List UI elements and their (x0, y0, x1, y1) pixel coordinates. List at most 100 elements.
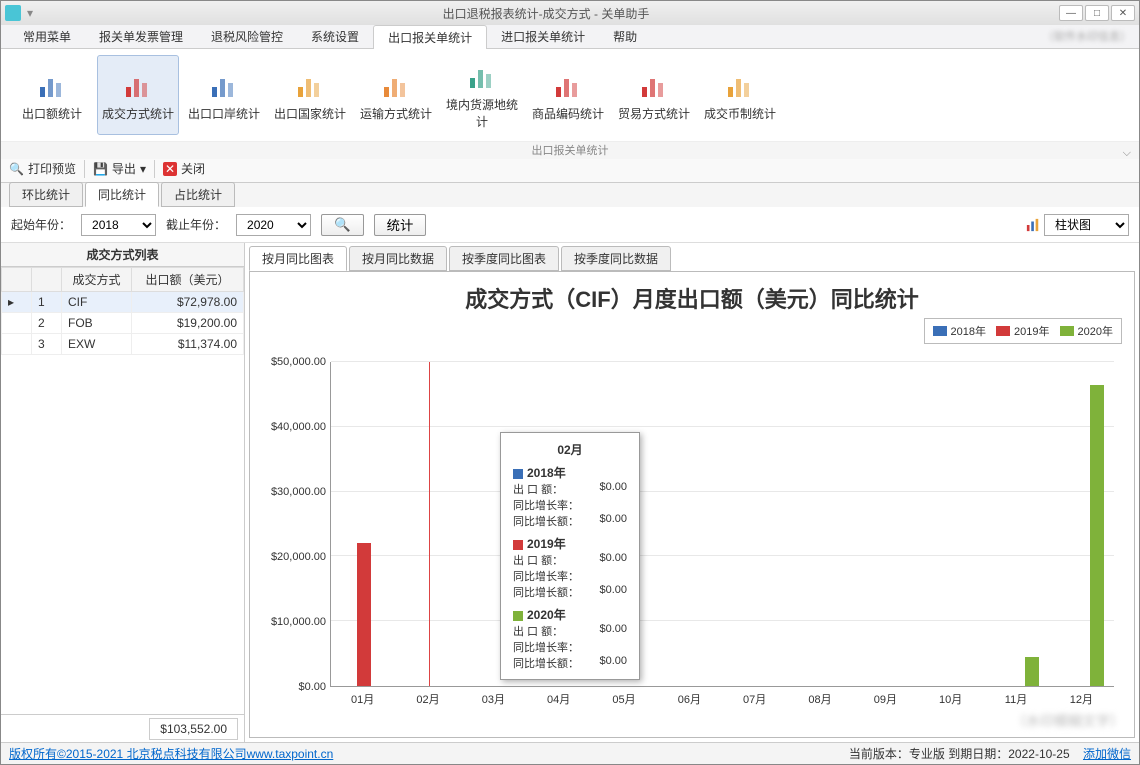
stat-tabs: 环比统计同比统计占比统计 (1, 183, 1139, 207)
x-tick: 02月 (416, 691, 439, 707)
x-tick: 03月 (482, 691, 505, 707)
ribbon-item-7[interactable]: 贸易方式统计 (613, 55, 695, 135)
chart-area: 按月同比图表按月同比数据按季度同比图表按季度同比数据 成交方式（CIF）月度出口… (245, 243, 1139, 742)
ribbon: 出口额统计成交方式统计出口口岸统计出口国家统计运输方式统计境内货源地统计商品编码… (1, 49, 1139, 155)
print-preview-button[interactable]: 🔍 打印预览 (9, 160, 76, 177)
ribbon-item-4[interactable]: 运输方式统计 (355, 55, 437, 135)
table-row[interactable]: ▸1CIF$72,978.00 (2, 292, 244, 313)
menu-item-5[interactable]: 进口报关单统计 (487, 25, 599, 48)
maximize-button[interactable]: □ (1085, 5, 1109, 21)
chart-type-select[interactable]: 柱状图 (1044, 214, 1129, 236)
titlebar: ▾ 出口退税报表统计-成交方式 - 关单助手 — □ ✕ (1, 1, 1139, 25)
table-row[interactable]: 2FOB$19,200.00 (2, 313, 244, 334)
col-type: 成交方式 (62, 268, 132, 292)
x-tick: 07月 (743, 691, 766, 707)
menu-item-3[interactable]: 系统设置 (297, 25, 373, 48)
y-tick: $40,000.00 (271, 421, 326, 433)
save-icon: 💾 (93, 162, 108, 176)
add-wechat-link[interactable]: 添加微信 (1083, 747, 1131, 761)
table-row[interactable]: 3EXW$11,374.00 (2, 334, 244, 355)
close-tool-button[interactable]: ✕ 关闭 (163, 160, 205, 177)
window-buttons: — □ ✕ (1059, 5, 1135, 21)
col-indicator (2, 268, 32, 292)
menu-item-4[interactable]: 出口报关单统计 (373, 25, 487, 49)
ribbon-item-2[interactable]: 出口口岸统计 (183, 55, 265, 135)
x-tick: 05月 (612, 691, 635, 707)
ribbon-item-8[interactable]: 成交币制统计 (699, 55, 781, 135)
close-button[interactable]: ✕ (1111, 5, 1135, 21)
version-info: 当前版本：专业版 到期日期：2022-10-25 (849, 747, 1070, 761)
menu-item-0[interactable]: 常用菜单 (9, 25, 85, 48)
ribbon-item-6[interactable]: 商品编码统计 (527, 55, 609, 135)
chart-tab-1[interactable]: 按月同比数据 (349, 246, 447, 271)
chart-title: 成交方式（CIF）月度出口额（美元）同比统计 (260, 282, 1124, 314)
stat-button[interactable]: 统计 (374, 214, 427, 236)
y-tick: $10,000.00 (271, 616, 326, 628)
window-title: 出口退税报表统计-成交方式 - 关单助手 (33, 5, 1059, 22)
magnifier-icon: 🔍 (334, 217, 351, 233)
ribbon-icon (638, 69, 670, 101)
app-icon (5, 5, 21, 21)
header-watermark: （软件水印信息） (1043, 28, 1131, 44)
ribbon-icon (36, 69, 68, 101)
x-tick: 10月 (939, 691, 962, 707)
ribbon-icon (724, 69, 756, 101)
menu-item-2[interactable]: 退税风险管控 (197, 25, 297, 48)
x-tick: 04月 (547, 691, 570, 707)
ribbon-item-0[interactable]: 出口额统计 (11, 55, 93, 135)
ribbon-item-5[interactable]: 境内货源地统计 (441, 55, 523, 135)
legend: 2018年 2019年 2020年 (924, 318, 1122, 344)
stat-tab-2[interactable]: 占比统计 (161, 182, 235, 207)
side-panel: 成交方式列表 成交方式 出口额（美元） ▸1CIF$72,978.002FOB$… (1, 243, 245, 742)
chart-box: 成交方式（CIF）月度出口额（美元）同比统计 2018年 2019年 2020年… (249, 271, 1135, 738)
legend-swatch-2018 (933, 326, 947, 336)
plot[interactable] (330, 362, 1114, 687)
x-tick: 12月 (1070, 691, 1093, 707)
main-content: 成交方式列表 成交方式 出口额（美元） ▸1CIF$72,978.002FOB$… (1, 243, 1139, 742)
end-year-select[interactable]: 2020 (236, 214, 311, 236)
ribbon-icon (122, 69, 154, 101)
menu-item-1[interactable]: 报关单发票管理 (85, 25, 197, 48)
menu-item-6[interactable]: 帮助 (599, 25, 651, 48)
bar-2019年-01月[interactable] (357, 543, 371, 686)
close-icon: ✕ (163, 162, 177, 176)
col-amount: 出口额（美元） (132, 268, 244, 292)
chart-tooltip: 02月 2018年 出 口 额：$0.00 同比增长率： 同比增长额：$0.00… (500, 432, 640, 680)
ribbon-icon (208, 69, 240, 101)
side-footer: $103,552.00 (1, 714, 244, 742)
statusbar: 版权所有©2015-2021 北京税点科技有限公司www.taxpoint.cn… (1, 742, 1139, 764)
chart-watermark: （水印模糊文字） (1012, 711, 1124, 731)
x-tick: 06月 (678, 691, 701, 707)
start-year-select[interactable]: 2018 (81, 214, 156, 236)
legend-swatch-2020 (1060, 326, 1074, 336)
x-tick: 11月 (1005, 691, 1027, 707)
search-icon: 🔍 (9, 162, 24, 176)
col-index (32, 268, 62, 292)
side-table: 成交方式 出口额（美元） ▸1CIF$72,978.002FOB$19,200.… (1, 267, 244, 714)
chevron-icon[interactable]: ⌵ (1123, 144, 1131, 162)
minimize-button[interactable]: — (1059, 5, 1083, 21)
chart-tab-0[interactable]: 按月同比图表 (249, 246, 347, 271)
x-tick: 01月 (351, 691, 374, 707)
stat-tab-1[interactable]: 同比统计 (85, 182, 159, 207)
search-icon-button[interactable]: 🔍 (321, 214, 364, 236)
export-button[interactable]: 💾 导出 ▾ (93, 160, 146, 177)
legend-swatch-2019 (996, 326, 1010, 336)
copyright-link[interactable]: 版权所有©2015-2021 北京税点科技有限公司www.taxpoint.cn (9, 745, 333, 762)
ribbon-item-3[interactable]: 出口国家统计 (269, 55, 351, 135)
bar-2020年-11月[interactable] (1025, 657, 1039, 686)
stat-tab-0[interactable]: 环比统计 (9, 182, 83, 207)
ribbon-item-1[interactable]: 成交方式统计 (97, 55, 179, 135)
ribbon-group-label: 出口报关单统计 ⌵ (1, 141, 1139, 159)
x-tick: 08月 (808, 691, 831, 707)
chart-tab-2[interactable]: 按季度同比图表 (449, 246, 559, 271)
bar-2020年-12月[interactable] (1090, 385, 1104, 686)
side-title: 成交方式列表 (1, 243, 244, 267)
y-tick: $30,000.00 (271, 486, 326, 498)
chevron-down-icon: ▾ (140, 162, 146, 176)
ribbon-icon (380, 69, 412, 101)
chart-tab-3[interactable]: 按季度同比数据 (561, 246, 671, 271)
y-tick: $0.00 (298, 681, 326, 693)
chart-tabs: 按月同比图表按月同比数据按季度同比图表按季度同比数据 (249, 247, 1135, 271)
menubar: 常用菜单报关单发票管理退税风险管控系统设置出口报关单统计进口报关单统计帮助 （软件… (1, 25, 1139, 49)
